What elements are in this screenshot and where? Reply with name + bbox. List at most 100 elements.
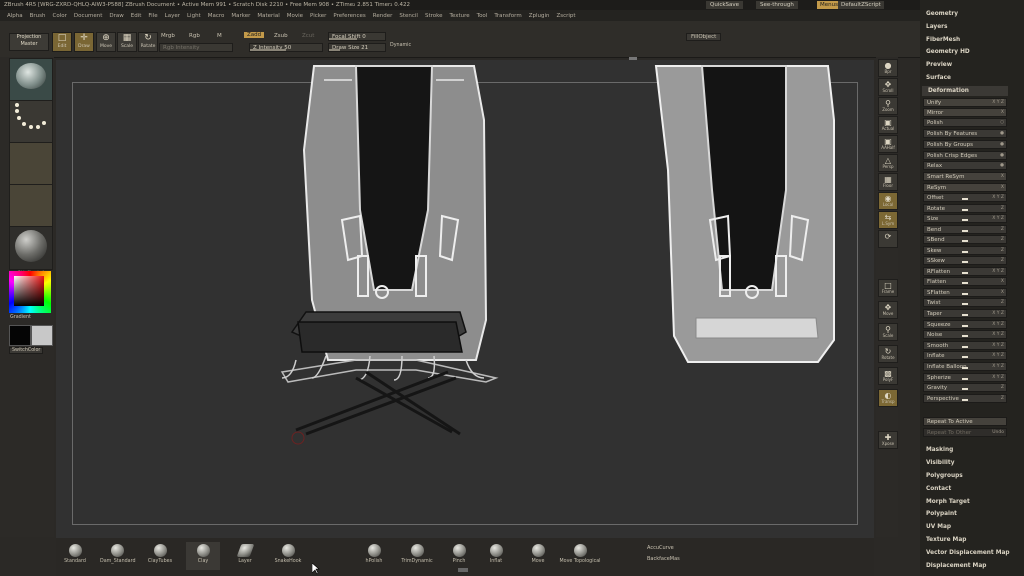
backfacemask-toggle[interactable]: BackfaceMas: [647, 556, 680, 562]
skew-slider[interactable]: Skew Z: [923, 246, 1007, 255]
menu-light[interactable]: Light: [187, 13, 201, 19]
rotate-view-button[interactable]: ↻ Rotate: [878, 345, 898, 363]
brush-claytubes[interactable]: ClayTubes: [143, 542, 177, 570]
color-saturation-square[interactable]: [14, 276, 44, 306]
perspective-slider[interactable]: Perspective Z: [923, 394, 1007, 403]
alpha-thumbnail[interactable]: Alpha Off: [9, 142, 53, 192]
menu-material[interactable]: Material: [257, 13, 279, 19]
brush-move-topological[interactable]: Move Topological: [558, 542, 602, 570]
menu-document[interactable]: Document: [74, 13, 103, 19]
size-slider[interactable]: Size X Y Z: [923, 214, 1007, 223]
z-intensity-slider[interactable]: Z Intensity 50: [249, 43, 323, 52]
menu-marker[interactable]: Marker: [231, 13, 250, 19]
polypaint-subpalette[interactable]: Polypaint: [926, 511, 957, 517]
scale-view-button[interactable]: ⚲ Scale: [878, 323, 898, 341]
uv-map-subpalette[interactable]: UV Map: [926, 524, 951, 530]
brush-trimdynamic[interactable]: TrimDynamic: [400, 542, 434, 570]
sbend-slider[interactable]: SBend Z: [923, 235, 1007, 244]
taper-slider[interactable]: Taper X Y Z: [923, 309, 1007, 318]
brush-layer[interactable]: Layer: [228, 542, 262, 570]
zcut-toggle[interactable]: Zcut: [302, 33, 314, 39]
draw-size-slider[interactable]: Draw Size 21: [328, 43, 386, 52]
brush-thumbnail[interactable]: Clay: [9, 58, 53, 108]
bpr-button[interactable]: ● Bpr: [878, 59, 898, 77]
sflatten-slider[interactable]: SFlatten X: [923, 288, 1007, 297]
brush-clay[interactable]: Clay: [186, 542, 220, 570]
fillobject-button[interactable]: FillObject: [686, 33, 722, 41]
menu-macro[interactable]: Macro: [208, 13, 225, 19]
brush-dam-standard[interactable]: Dam_Standard: [100, 542, 136, 570]
menu-edit[interactable]: Edit: [131, 13, 142, 19]
sskew-slider[interactable]: SSkew Z: [923, 256, 1007, 265]
mirror-button[interactable]: Mirror X: [923, 108, 1007, 117]
menu-zplugin[interactable]: Zplugin: [529, 13, 550, 19]
menu-color[interactable]: Color: [53, 13, 67, 19]
deformation-header[interactable]: Deformation: [922, 86, 1008, 96]
texture-map-subpalette[interactable]: Texture Map: [926, 537, 966, 543]
layers-subpalette[interactable]: Layers: [926, 24, 947, 30]
scale-mode-button[interactable]: ▦ Scale: [117, 32, 137, 52]
visibility-subpalette[interactable]: Visibility: [926, 460, 954, 466]
dynamic-toggle[interactable]: Dynamic: [390, 43, 411, 48]
floor-button[interactable]: ▦ Floor: [878, 173, 898, 191]
geometry-hd-subpalette[interactable]: Geometry HD: [926, 49, 970, 55]
inflate-balloon-slider[interactable]: Inflate Balloon X Y Z: [923, 362, 1007, 371]
menu-movie[interactable]: Movie: [287, 13, 303, 19]
polish-by-groups-slider[interactable]: Polish By Groups ●: [923, 140, 1007, 149]
relax-toggle-icon[interactable]: ●: [1000, 162, 1004, 170]
stroke-thumbnail[interactable]: Dots: [9, 100, 53, 150]
flatten-slider[interactable]: Flatten X: [923, 277, 1007, 286]
zoom-button[interactable]: ⚲ Zoom: [878, 97, 898, 115]
brush-standard[interactable]: Standard: [58, 542, 92, 570]
inflate-slider[interactable]: Inflate X Y Z: [923, 351, 1007, 360]
zsub-toggle[interactable]: Zsub: [274, 33, 288, 39]
menu-zscript[interactable]: Zscript: [556, 13, 575, 19]
gravity-slider[interactable]: Gravity Z: [923, 383, 1007, 392]
zadd-toggle[interactable]: Zadd: [244, 32, 265, 38]
contact-subpalette[interactable]: Contact: [926, 486, 951, 492]
menu-transform[interactable]: Transform: [494, 13, 521, 19]
secondary-color-swatch[interactable]: [31, 325, 53, 346]
repeat-to-other-button[interactable]: Repeat To Other Undo: [923, 428, 1007, 437]
brush-inflat[interactable]: Inflat: [479, 542, 513, 570]
menu-tool[interactable]: Tool: [477, 13, 488, 19]
polyf-button[interactable]: ▩ PolyF: [878, 367, 898, 385]
polish-by-features-slider[interactable]: Polish By Features ●: [923, 129, 1007, 138]
vector-displacement-map-subpalette[interactable]: Vector Displacement Map: [926, 550, 1010, 556]
move-view-button[interactable]: ✥ Move: [878, 301, 898, 319]
local-button[interactable]: ◉ Local: [878, 192, 898, 210]
frame-button[interactable]: □ Frame: [878, 279, 898, 297]
polish-by-groups-toggle-icon[interactable]: ●: [1000, 141, 1004, 149]
brush-snakehook[interactable]: SnakeHook: [271, 542, 305, 570]
projection-master-button[interactable]: Projection Master: [9, 33, 49, 51]
fibermesh-subpalette[interactable]: FiberMesh: [926, 37, 960, 43]
lsym-button[interactable]: ⇆ L.Sym: [878, 211, 898, 229]
repeat-undo-button[interactable]: Undo: [992, 429, 1004, 437]
canvas-viewport[interactable]: [56, 57, 874, 538]
main-color-swatch[interactable]: [9, 325, 31, 346]
menu-alpha[interactable]: Alpha: [7, 13, 23, 19]
smooth-slider[interactable]: Smooth X Y Z: [923, 341, 1007, 350]
edit-mode-button[interactable]: □ Edit: [52, 32, 72, 52]
resym-button[interactable]: ReSym X: [923, 183, 1007, 192]
repeat-to-active-button[interactable]: Repeat To Active: [923, 417, 1007, 426]
accucurve-toggle[interactable]: AccuCurve: [647, 545, 674, 551]
menu-draw[interactable]: Draw: [109, 13, 123, 19]
brush-pinch[interactable]: Pinch: [442, 542, 476, 570]
menu-stencil[interactable]: Stencil: [399, 13, 418, 19]
draw-mode-button[interactable]: ✛ Draw: [74, 32, 94, 52]
menu-render[interactable]: Render: [373, 13, 393, 19]
m-toggle[interactable]: M: [217, 33, 222, 39]
geometry-subpalette[interactable]: Geometry: [926, 11, 958, 17]
masking-subpalette[interactable]: Masking: [926, 447, 953, 453]
bend-slider[interactable]: Bend Z: [923, 225, 1007, 234]
horizontal-scroll-handle[interactable]: [629, 57, 637, 60]
default-zscript-button[interactable]: DefaultZScript: [838, 1, 884, 9]
material-thumbnail[interactable]: SkinShade4: [9, 226, 53, 276]
xpose-button[interactable]: ✚ Xpose: [878, 431, 898, 449]
texture-thumbnail[interactable]: Texture Off: [9, 184, 53, 234]
xyz-button[interactable]: ⟳: [878, 230, 898, 248]
smart-resym-button[interactable]: Smart ReSym X: [923, 172, 1007, 181]
offset-slider[interactable]: Offset X Y Z: [923, 193, 1007, 202]
polygroups-subpalette[interactable]: Polygroups: [926, 473, 963, 479]
